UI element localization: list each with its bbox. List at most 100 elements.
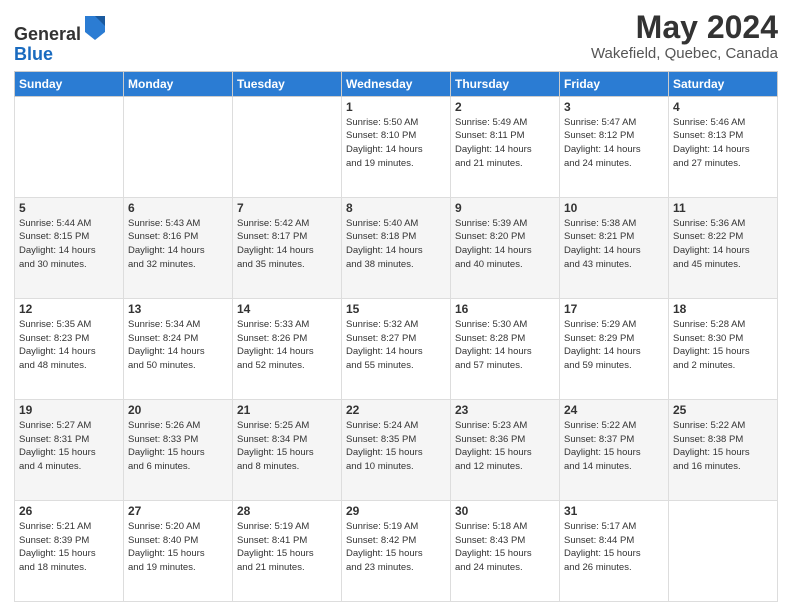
- location: Wakefield, Quebec, Canada: [591, 45, 778, 62]
- day-of-week-header: Tuesday: [233, 71, 342, 96]
- day-number: 25: [673, 403, 773, 417]
- day-number: 2: [455, 100, 555, 114]
- day-info: Sunrise: 5:32 AM Sunset: 8:27 PM Dayligh…: [346, 318, 446, 373]
- calendar-cell: 29Sunrise: 5:19 AM Sunset: 8:42 PM Dayli…: [342, 500, 451, 601]
- logo-blue-text: Blue: [14, 44, 53, 64]
- day-info: Sunrise: 5:42 AM Sunset: 8:17 PM Dayligh…: [237, 217, 337, 272]
- calendar-week-row: 1 Sunrise: 5:50 AM Sunset: 8:10 PM Daylig…: [15, 96, 778, 197]
- calendar-cell: 5Sunrise: 5:44 AM Sunset: 8:15 PM Daylig…: [15, 197, 124, 298]
- calendar-week-row: 5Sunrise: 5:44 AM Sunset: 8:15 PM Daylig…: [15, 197, 778, 298]
- day-number: 27: [128, 504, 228, 518]
- day-of-week-header: Saturday: [669, 71, 778, 96]
- month-title: May 2024: [591, 10, 778, 45]
- calendar-cell: 30Sunrise: 5:18 AM Sunset: 8:43 PM Dayli…: [451, 500, 560, 601]
- logo-general-text: General: [14, 24, 81, 44]
- logo: General Blue: [14, 14, 107, 65]
- day-number: 3: [564, 100, 664, 114]
- calendar-cell: 20 Sunrise: 5:26 AM Sunset: 8:33 PM Dayli…: [124, 399, 233, 500]
- day-number: 8: [346, 201, 446, 215]
- day-info: Sunrise: 5:17 AM Sunset: 8:44 PM Dayligh…: [564, 520, 664, 575]
- day-number: 21: [237, 403, 337, 417]
- calendar-week-row: 12 Sunrise: 5:35 AM Sunset: 8:23 PM Dayli…: [15, 298, 778, 399]
- header-row: SundayMondayTuesdayWednesdayThursdayFrid…: [15, 71, 778, 96]
- calendar-cell: 13Sunrise: 5:34 AM Sunset: 8:24 PM Dayli…: [124, 298, 233, 399]
- day-info: Sunrise: 5:25 AM Sunset: 8:34 PM Dayligh…: [237, 419, 337, 474]
- calendar-cell: 21 Sunrise: 5:25 AM Sunset: 8:34 PM Dayli…: [233, 399, 342, 500]
- day-info: Sunrise: 5:24 AM Sunset: 8:35 PM Dayligh…: [346, 419, 446, 474]
- calendar-cell: 10 Sunrise: 5:38 AM Sunset: 8:21 PM Dayli…: [560, 197, 669, 298]
- header-right: May 2024 Wakefield, Quebec, Canada: [591, 10, 778, 62]
- day-number: 23: [455, 403, 555, 417]
- calendar-cell: 18 Sunrise: 5:28 AM Sunset: 8:30 PM Dayli…: [669, 298, 778, 399]
- day-info: Sunrise: 5:39 AM Sunset: 8:20 PM Dayligh…: [455, 217, 555, 272]
- day-info: Sunrise: 5:38 AM Sunset: 8:21 PM Dayligh…: [564, 217, 664, 272]
- day-number: 14: [237, 302, 337, 316]
- day-info: Sunrise: 5:36 AM Sunset: 8:22 PM Dayligh…: [673, 217, 773, 272]
- calendar-cell: 26Sunrise: 5:21 AM Sunset: 8:39 PM Dayli…: [15, 500, 124, 601]
- calendar-cell: 28 Sunrise: 5:19 AM Sunset: 8:41 PM Dayli…: [233, 500, 342, 601]
- day-number: 22: [346, 403, 446, 417]
- day-of-week-header: Monday: [124, 71, 233, 96]
- day-number: 24: [564, 403, 664, 417]
- day-of-week-header: Friday: [560, 71, 669, 96]
- calendar-cell: [124, 96, 233, 197]
- day-of-week-header: Sunday: [15, 71, 124, 96]
- day-info: Sunrise: 5:19 AM Sunset: 8:41 PM Dayligh…: [237, 520, 337, 575]
- day-number: 31: [564, 504, 664, 518]
- day-info: Sunrise: 5:23 AM Sunset: 8:36 PM Dayligh…: [455, 419, 555, 474]
- calendar-cell: [233, 96, 342, 197]
- day-info: Sunrise: 5:28 AM Sunset: 8:30 PM Dayligh…: [673, 318, 773, 373]
- day-number: 1: [346, 100, 446, 114]
- calendar-cell: 31 Sunrise: 5:17 AM Sunset: 8:44 PM Dayli…: [560, 500, 669, 601]
- day-info: Sunrise: 5:34 AM Sunset: 8:24 PM Dayligh…: [128, 318, 228, 373]
- day-of-week-header: Thursday: [451, 71, 560, 96]
- calendar-cell: 23 Sunrise: 5:23 AM Sunset: 8:36 PM Dayli…: [451, 399, 560, 500]
- day-info: Sunrise: 5:20 AM Sunset: 8:40 PM Dayligh…: [128, 520, 228, 575]
- day-number: 7: [237, 201, 337, 215]
- day-number: 12: [19, 302, 119, 316]
- calendar-cell: 3 Sunrise: 5:47 AM Sunset: 8:12 PM Daylig…: [560, 96, 669, 197]
- calendar-cell: 17Sunrise: 5:29 AM Sunset: 8:29 PM Dayli…: [560, 298, 669, 399]
- day-info: Sunrise: 5:35 AM Sunset: 8:23 PM Dayligh…: [19, 318, 119, 373]
- day-info: Sunrise: 5:22 AM Sunset: 8:37 PM Dayligh…: [564, 419, 664, 474]
- day-info: Sunrise: 5:47 AM Sunset: 8:12 PM Dayligh…: [564, 116, 664, 171]
- calendar-cell: 22 Sunrise: 5:24 AM Sunset: 8:35 PM Dayli…: [342, 399, 451, 500]
- calendar-cell: 9 Sunrise: 5:39 AM Sunset: 8:20 PM Daylig…: [451, 197, 560, 298]
- calendar-week-row: 26Sunrise: 5:21 AM Sunset: 8:39 PM Dayli…: [15, 500, 778, 601]
- day-number: 30: [455, 504, 555, 518]
- calendar-cell: 6Sunrise: 5:43 AM Sunset: 8:16 PM Daylig…: [124, 197, 233, 298]
- day-number: 6: [128, 201, 228, 215]
- day-number: 9: [455, 201, 555, 215]
- day-number: 11: [673, 201, 773, 215]
- day-number: 10: [564, 201, 664, 215]
- day-number: 5: [19, 201, 119, 215]
- day-number: 16: [455, 302, 555, 316]
- calendar-week-row: 19Sunrise: 5:27 AM Sunset: 8:31 PM Dayli…: [15, 399, 778, 500]
- calendar-cell: [15, 96, 124, 197]
- day-info: Sunrise: 5:33 AM Sunset: 8:26 PM Dayligh…: [237, 318, 337, 373]
- day-info: Sunrise: 5:46 AM Sunset: 8:13 PM Dayligh…: [673, 116, 773, 171]
- calendar-cell: 19Sunrise: 5:27 AM Sunset: 8:31 PM Dayli…: [15, 399, 124, 500]
- day-number: 17: [564, 302, 664, 316]
- calendar-cell: 4Sunrise: 5:46 AM Sunset: 8:13 PM Daylig…: [669, 96, 778, 197]
- calendar-table: SundayMondayTuesdayWednesdayThursdayFrid…: [14, 71, 778, 602]
- day-info: Sunrise: 5:30 AM Sunset: 8:28 PM Dayligh…: [455, 318, 555, 373]
- calendar-cell: [669, 500, 778, 601]
- calendar-cell: 15Sunrise: 5:32 AM Sunset: 8:27 PM Dayli…: [342, 298, 451, 399]
- day-number: 28: [237, 504, 337, 518]
- calendar-cell: 7 Sunrise: 5:42 AM Sunset: 8:17 PM Daylig…: [233, 197, 342, 298]
- calendar-cell: 27 Sunrise: 5:20 AM Sunset: 8:40 PM Dayli…: [124, 500, 233, 601]
- calendar-cell: 11 Sunrise: 5:36 AM Sunset: 8:22 PM Dayli…: [669, 197, 778, 298]
- day-info: Sunrise: 5:49 AM Sunset: 8:11 PM Dayligh…: [455, 116, 555, 171]
- day-info: Sunrise: 5:50 AM Sunset: 8:10 PM Dayligh…: [346, 116, 446, 171]
- day-number: 18: [673, 302, 773, 316]
- day-number: 29: [346, 504, 446, 518]
- calendar-cell: 12 Sunrise: 5:35 AM Sunset: 8:23 PM Dayli…: [15, 298, 124, 399]
- day-number: 20: [128, 403, 228, 417]
- day-info: Sunrise: 5:26 AM Sunset: 8:33 PM Dayligh…: [128, 419, 228, 474]
- day-info: Sunrise: 5:40 AM Sunset: 8:18 PM Dayligh…: [346, 217, 446, 272]
- day-number: 19: [19, 403, 119, 417]
- calendar-cell: 25 Sunrise: 5:22 AM Sunset: 8:38 PM Dayli…: [669, 399, 778, 500]
- header: General Blue May 2024 Wakefield, Quebec,…: [14, 10, 778, 65]
- day-info: Sunrise: 5:22 AM Sunset: 8:38 PM Dayligh…: [673, 419, 773, 474]
